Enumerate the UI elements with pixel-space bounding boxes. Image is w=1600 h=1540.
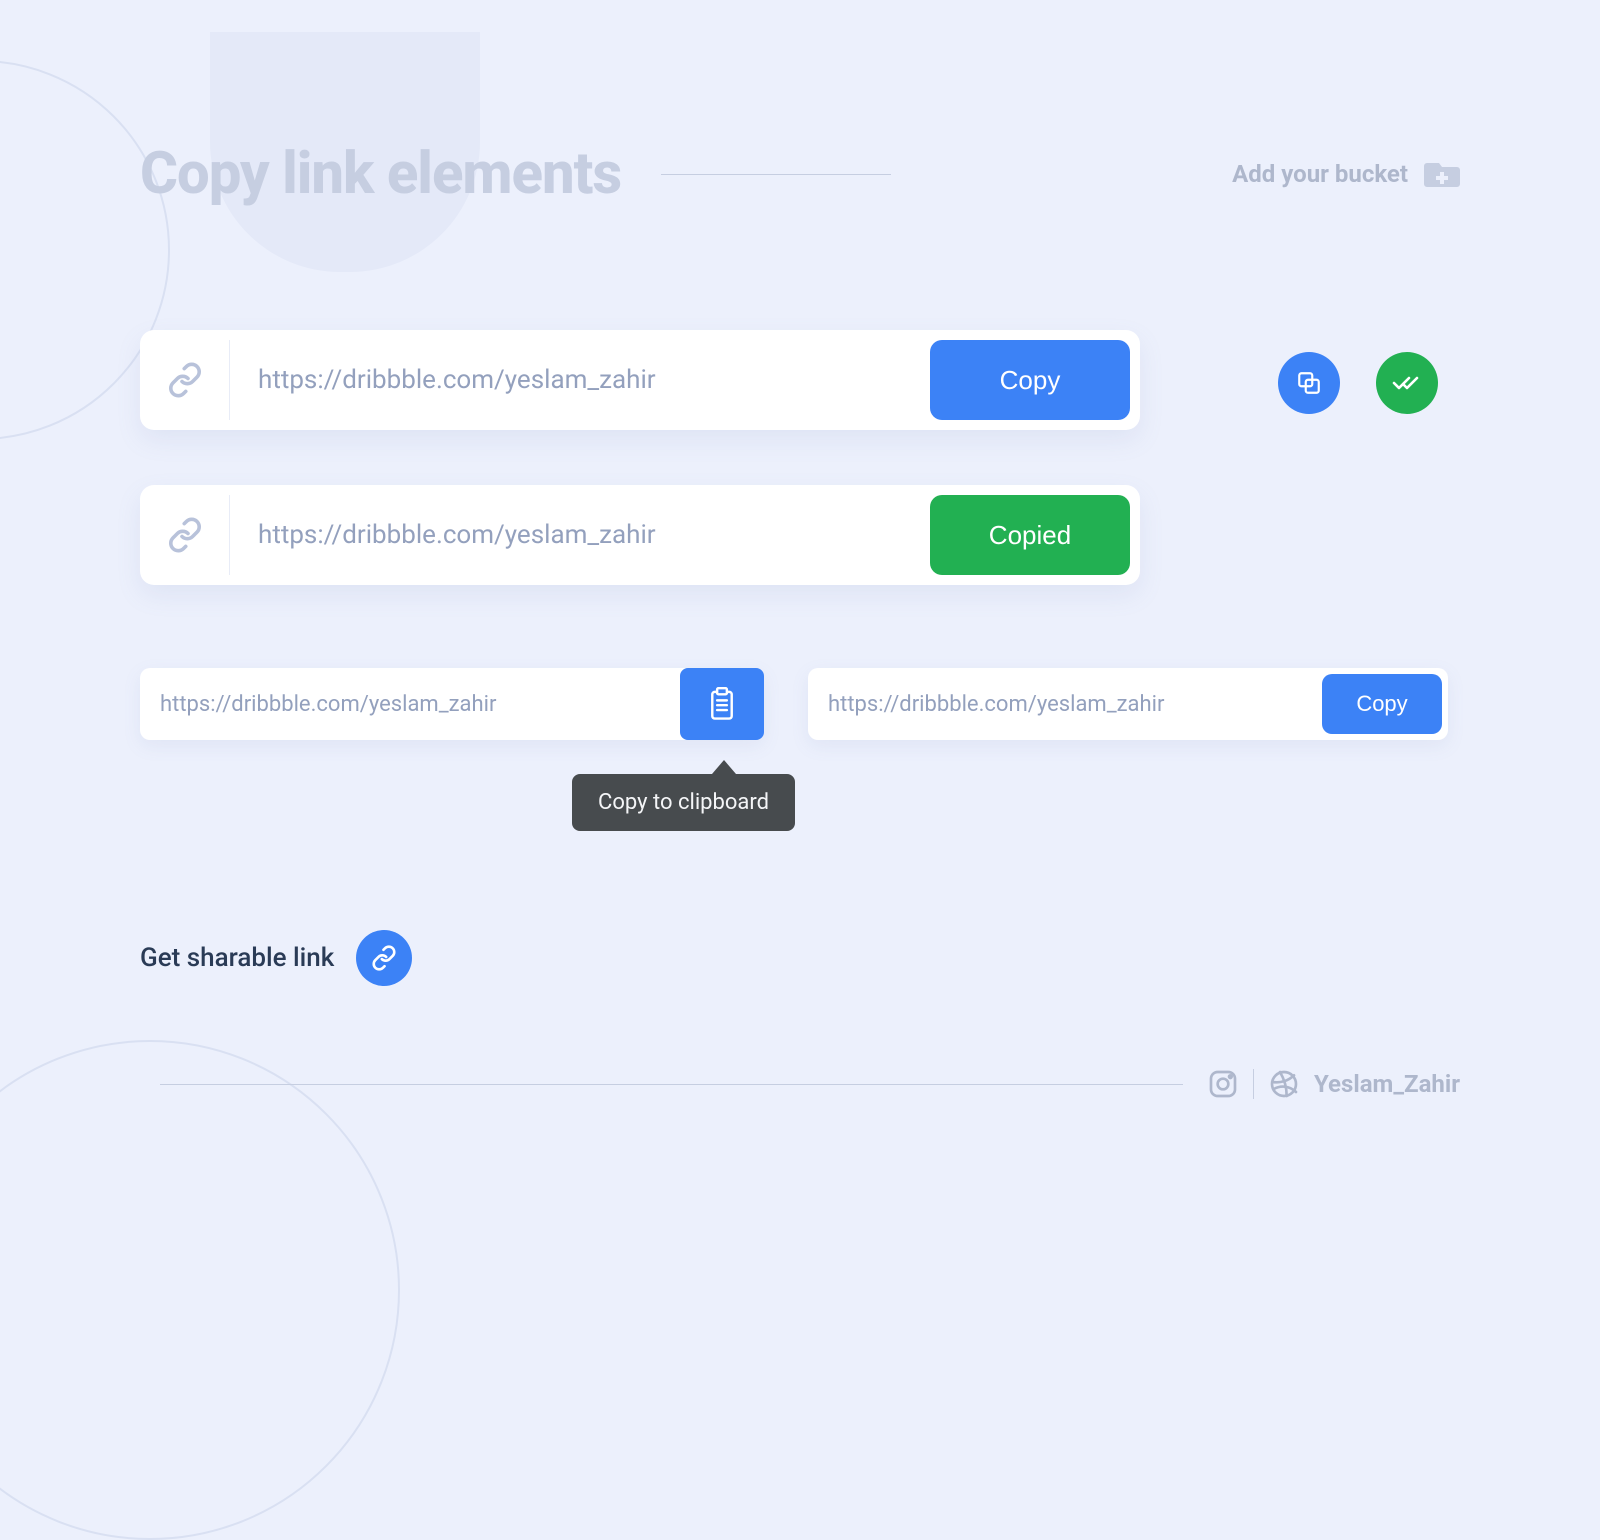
copy-link-compact-text: https://dribbble.com/yeslam_zahir Copy	[808, 668, 1448, 740]
dribbble-icon[interactable]	[1268, 1068, 1300, 1100]
sharable-link-button[interactable]	[356, 930, 412, 986]
tooltip-container: Copy to clipboard	[572, 760, 795, 831]
copied-button[interactable]: Copied	[930, 495, 1130, 575]
folder-plus-icon	[1424, 159, 1460, 189]
divider	[160, 1084, 1183, 1085]
copy-icon	[1296, 370, 1322, 396]
sharable-link-row: Get sharable link	[140, 930, 412, 986]
copy-link-card: https://dribbble.com/yeslam_zahir Copy	[140, 330, 1140, 430]
tooltip-arrow	[712, 760, 736, 774]
page-title: Copy link elements	[140, 140, 621, 208]
round-button-group	[1278, 352, 1438, 414]
copy-icon-button[interactable]	[1278, 352, 1340, 414]
clipboard-icon	[707, 687, 737, 721]
url-display[interactable]: https://dribbble.com/yeslam_zahir	[230, 520, 930, 550]
copy-link-card-copied: https://dribbble.com/yeslam_zahir Copied	[140, 485, 1140, 585]
footer: Yeslam_Zahir	[160, 1068, 1460, 1100]
url-display[interactable]: https://dribbble.com/yeslam_zahir	[140, 692, 680, 717]
double-check-icon	[1392, 373, 1422, 393]
link-icon	[140, 495, 230, 575]
url-display[interactable]: https://dribbble.com/yeslam_zahir	[230, 365, 930, 395]
instagram-icon[interactable]	[1207, 1068, 1239, 1100]
separator	[1253, 1069, 1254, 1099]
page-header: Copy link elements Add your bucket	[140, 140, 1460, 208]
clipboard-button[interactable]	[680, 668, 764, 740]
sharable-label: Get sharable link	[140, 943, 334, 973]
author-name: Yeslam_Zahir	[1314, 1070, 1460, 1098]
link-icon	[371, 945, 397, 971]
confirmed-icon-button[interactable]	[1376, 352, 1438, 414]
copy-button[interactable]: Copy	[930, 340, 1130, 420]
copy-button[interactable]: Copy	[1322, 674, 1442, 734]
divider	[661, 174, 891, 175]
add-bucket-label: Add your bucket	[1232, 160, 1408, 188]
add-bucket-button[interactable]: Add your bucket	[1232, 159, 1460, 189]
url-display[interactable]: https://dribbble.com/yeslam_zahir	[808, 692, 1322, 717]
tooltip: Copy to clipboard	[572, 774, 795, 831]
copy-link-compact: https://dribbble.com/yeslam_zahir	[140, 668, 764, 740]
link-icon	[140, 340, 230, 420]
